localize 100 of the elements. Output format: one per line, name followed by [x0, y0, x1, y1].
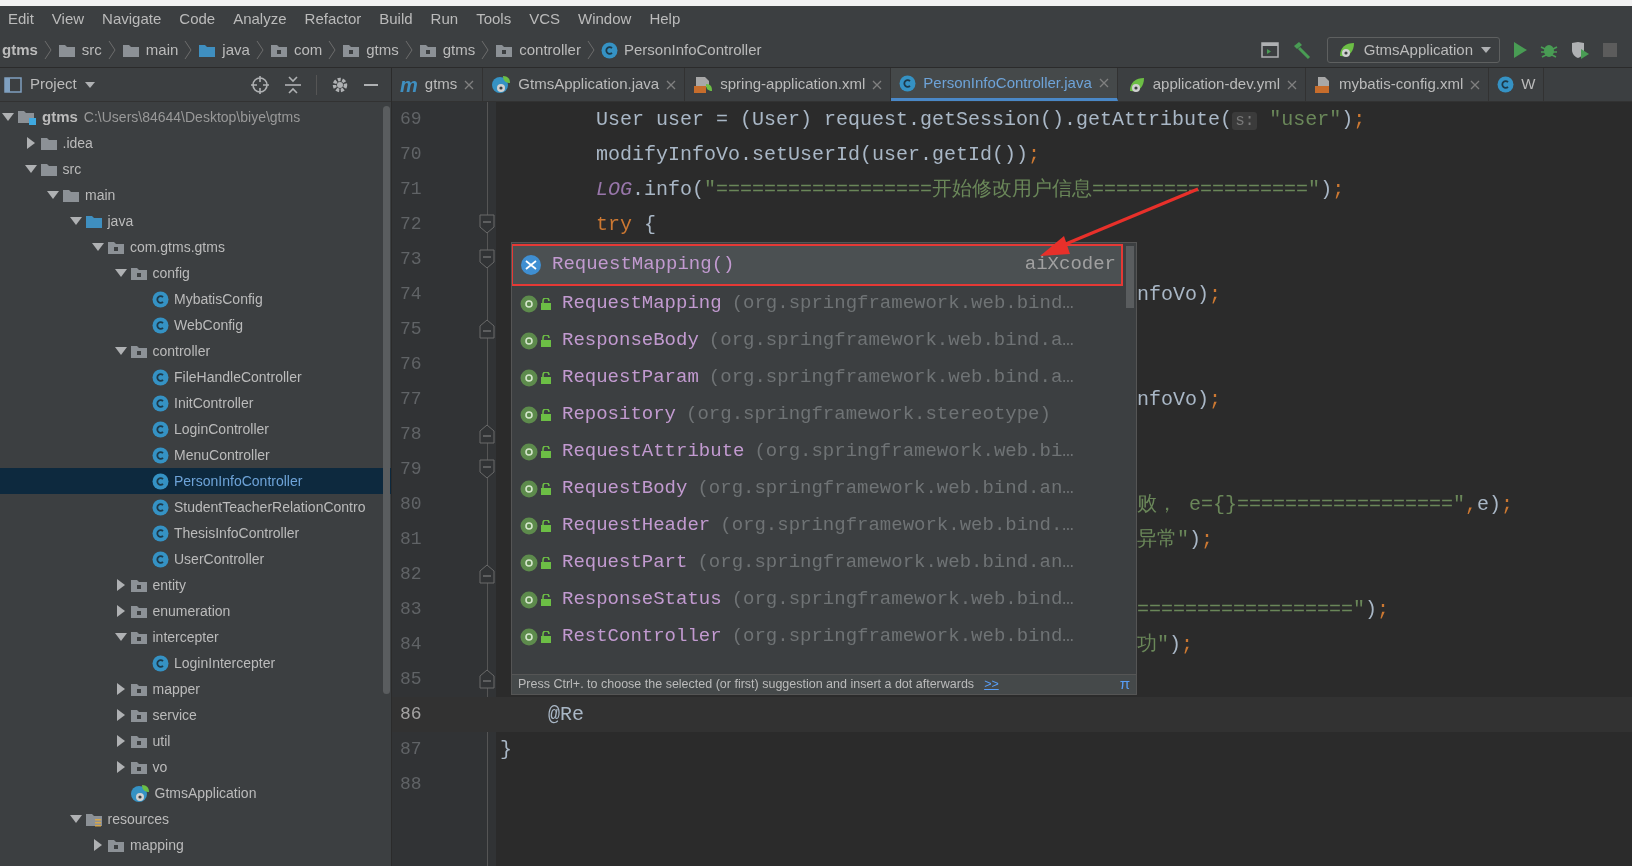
menu-item[interactable]: View: [51, 8, 85, 31]
annotation-icon: [520, 331, 538, 350]
tree-item[interactable]: util: [0, 728, 391, 754]
scrollbar[interactable]: [1126, 246, 1134, 308]
more-link[interactable]: >>: [984, 675, 999, 694]
collapse-all-icon[interactable]: [284, 74, 302, 95]
close-icon[interactable]: [464, 79, 475, 90]
breadcrumb-item[interactable]: PersonInfoController: [598, 38, 764, 62]
class-icon: [152, 472, 169, 490]
tree-item[interactable]: vo: [0, 754, 391, 780]
editor-tab[interactable]: mybatis-config.xml: [1306, 68, 1490, 101]
expand-arrow-icon: [67, 216, 85, 226]
menu-item[interactable]: Analyze: [233, 8, 287, 31]
folder-icon: [57, 42, 76, 58]
package-folder-icon: [129, 603, 148, 619]
run-icon[interactable]: [1512, 41, 1528, 59]
caret-icon: [1481, 47, 1491, 53]
package-folder-icon: [342, 42, 361, 58]
tree-item[interactable]: com.gtms.gtms: [0, 234, 391, 260]
tree-item[interactable]: config: [0, 260, 391, 286]
code-line: LOG.info("==================开始修改用户信息==================");: [595, 176, 1345, 203]
folder-icon: [198, 42, 217, 58]
run-configuration-dropdown[interactable]: GtmsApplication: [1326, 37, 1500, 63]
tree-item[interactable]: main: [0, 182, 391, 208]
expand-arrow-icon: [0, 112, 17, 122]
menu-item[interactable]: Tools: [476, 8, 512, 31]
settings-icon[interactable]: [331, 75, 349, 94]
close-icon[interactable]: [1098, 78, 1109, 88]
menu-item[interactable]: VCS: [529, 8, 560, 31]
expand-arrow-icon: [112, 346, 130, 356]
breadcrumb-item[interactable]: controller: [493, 38, 583, 62]
pi-icon[interactable]: π: [1119, 673, 1130, 696]
menu-item[interactable]: Run: [430, 8, 459, 31]
code-line: nfoVo);: [1137, 281, 1222, 308]
breadcrumb-item[interactable]: gtms: [340, 38, 401, 62]
close-icon[interactable]: [1287, 79, 1297, 90]
code-line: 异常");: [1137, 526, 1214, 553]
tree-item[interactable]: controller: [0, 338, 391, 364]
class-icon: [152, 446, 169, 464]
editor-tab[interactable]: m gtms: [392, 68, 484, 101]
tree-item[interactable]: LoginIntercepter: [0, 650, 391, 676]
menu-item[interactable]: Code: [179, 8, 216, 31]
tree-item[interactable]: service: [0, 702, 391, 728]
terminal-window-icon[interactable]: [1260, 42, 1279, 58]
coverage-icon[interactable]: [1570, 41, 1590, 59]
tree-item[interactable]: .idea: [0, 130, 391, 156]
menu-item[interactable]: Edit: [8, 8, 34, 31]
tree-item[interactable]: intercepter: [0, 624, 391, 650]
tree-item[interactable]: mapping: [0, 832, 391, 858]
editor-tab[interactable]: W: [1489, 68, 1545, 101]
menu-item[interactable]: Help: [649, 8, 681, 31]
tree-item[interactable]: src: [0, 156, 391, 182]
package-folder-icon: [129, 629, 148, 645]
tree-item[interactable]: java: [0, 208, 391, 234]
tree-item[interactable]: entity: [0, 572, 391, 598]
scrollbar[interactable]: [383, 106, 390, 694]
menu-item[interactable]: Refactor: [304, 8, 362, 31]
caret-icon: [84, 81, 95, 88]
editor-tab[interactable]: application-dev.yml: [1117, 68, 1306, 101]
tree-item[interactable]: WebConfig: [0, 312, 391, 338]
breadcrumb-item[interactable]: java: [196, 38, 252, 62]
editor-tab[interactable]: GtmsApplication.java: [483, 68, 686, 101]
tree-item[interactable]: PersonInfoController: [0, 468, 391, 494]
tree-item[interactable]: MybatisConfig: [0, 286, 391, 312]
menu-item[interactable]: Build: [379, 8, 413, 31]
lock-icon: [540, 297, 552, 310]
close-icon[interactable]: [666, 79, 677, 90]
tree-item[interactable]: gtms C:\Users\84644\Desktop\biye\gtms: [0, 104, 391, 130]
lock-icon: [540, 482, 552, 495]
lock-icon: [540, 371, 552, 384]
tree-item[interactable]: InitController: [0, 390, 391, 416]
tree-item[interactable]: ThesisInfoController: [0, 520, 391, 546]
expand-arrow-icon: [112, 632, 130, 642]
xml-file-icon: [693, 75, 714, 94]
menu-item[interactable]: Window: [578, 8, 632, 31]
package-folder-icon: [129, 265, 148, 281]
tree-item[interactable]: UserController: [0, 546, 391, 572]
tree-item[interactable]: mapper: [0, 676, 391, 702]
crosshair-icon[interactable]: [250, 74, 270, 95]
tree-item[interactable]: GtmsApplication: [0, 780, 391, 806]
breadcrumb-item[interactable]: gtms: [416, 38, 478, 62]
tree-item[interactable]: enumeration: [0, 598, 391, 624]
close-icon[interactable]: [1470, 79, 1481, 90]
breadcrumb-item[interactable]: gtms: [0, 38, 40, 62]
expand-arrow-icon: [45, 190, 62, 200]
breadcrumb-item[interactable]: src: [55, 38, 104, 62]
tree-item[interactable]: StudentTeacherRelationContro: [0, 494, 391, 520]
tree-item[interactable]: LoginController: [0, 416, 391, 442]
class-icon: [152, 394, 169, 412]
tree-item[interactable]: resources: [0, 806, 391, 832]
code-line: modifyInfoVo.setUserId(user.getId());: [595, 141, 1041, 168]
breadcrumb-item[interactable]: main: [119, 38, 181, 62]
menu-item[interactable]: Navigate: [102, 8, 162, 31]
tree-item[interactable]: FileHandleController: [0, 364, 391, 390]
editor-tab[interactable]: PersonInfoController.java: [891, 68, 1118, 101]
close-icon[interactable]: [872, 79, 883, 90]
tree-item[interactable]: MenuController: [0, 442, 391, 468]
lock-icon: [540, 593, 552, 606]
project-view-dropdown[interactable]: Project: [2, 73, 97, 96]
breadcrumb-item[interactable]: com: [267, 38, 325, 62]
